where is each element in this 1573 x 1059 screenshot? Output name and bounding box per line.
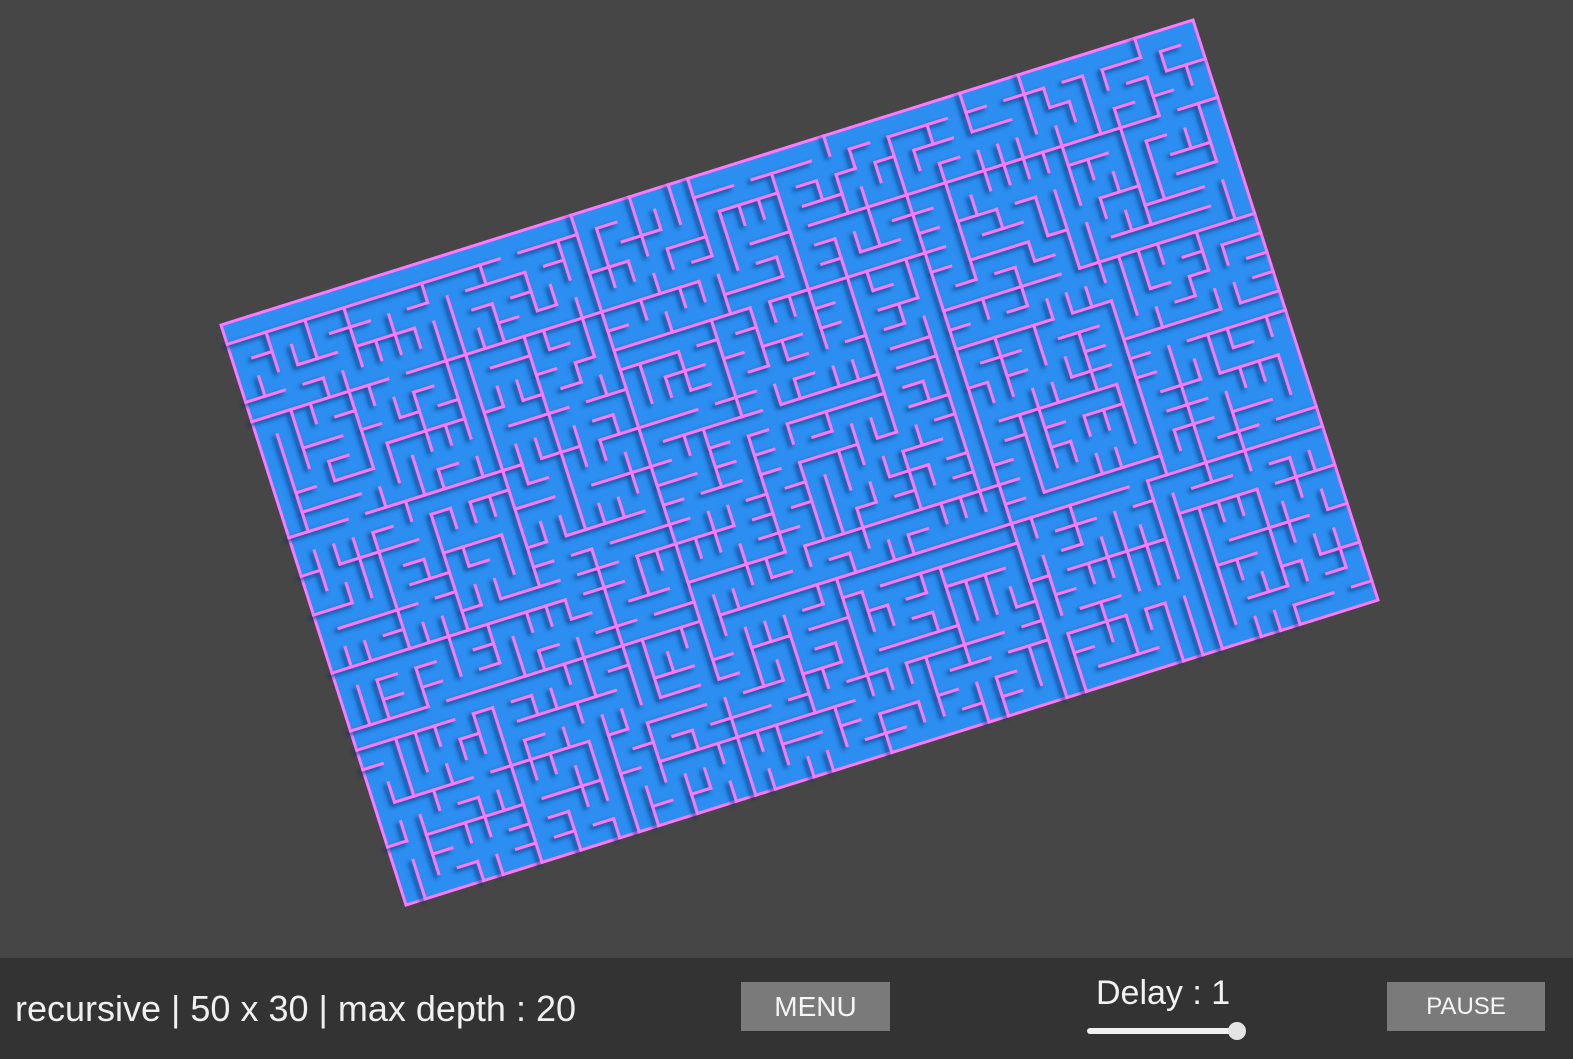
pause-button[interactable]: PAUSE: [1387, 982, 1545, 1031]
delay-slider-thumb[interactable]: [1228, 1022, 1246, 1040]
maze-status-text: recursive | 50 x 30 | max depth : 20: [15, 988, 576, 1029]
delay-slider[interactable]: [1087, 1022, 1246, 1040]
delay-label: Delay : 1: [1096, 974, 1231, 1012]
bottom-toolbar: recursive | 50 x 30 | max depth : 20 MEN…: [0, 958, 1573, 1059]
maze-viewport: [219, 18, 1380, 907]
menu-button[interactable]: MENU: [741, 982, 890, 1031]
